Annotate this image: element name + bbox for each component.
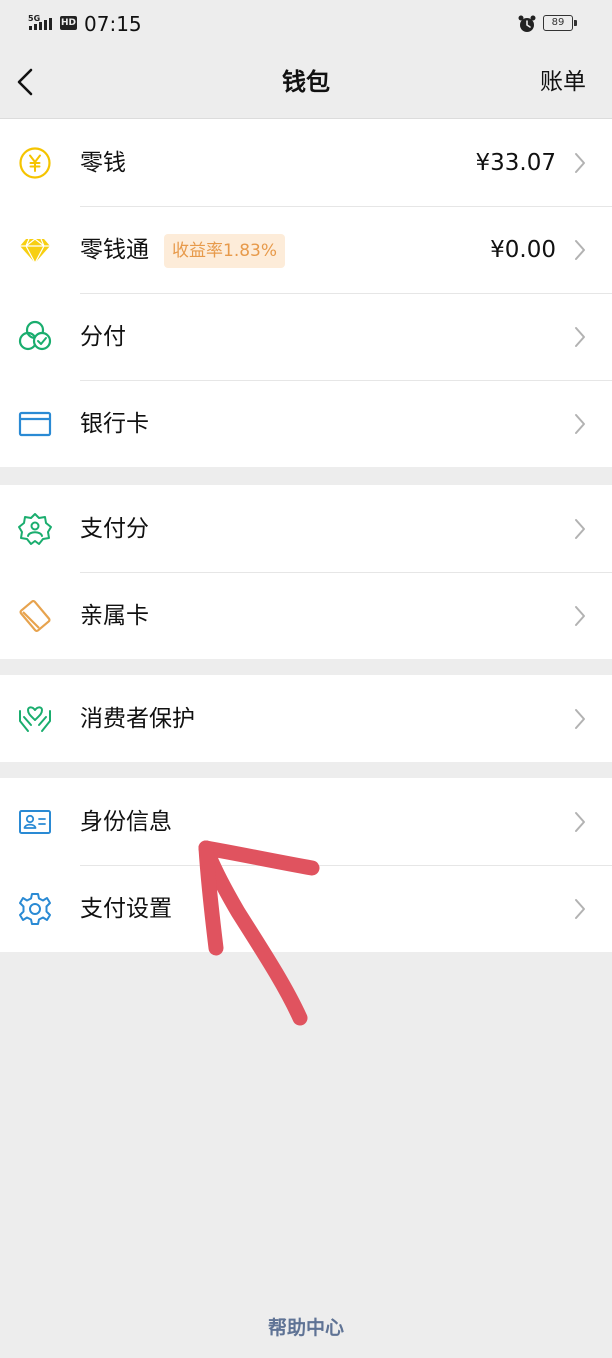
list-item-family-card[interactable]: 亲属卡 [0,572,612,659]
chevron-right-icon [575,709,585,729]
wallet-group-protection: 消费者保护 [0,675,612,762]
id-card-icon [19,810,51,834]
bill-button[interactable]: 账单 [540,65,586,99]
back-icon[interactable] [10,65,44,99]
coin-icon [19,147,51,179]
lingqiantong-value: ¥0.00 [490,237,556,263]
list-item-payment-settings[interactable]: 支付设置 [0,865,612,952]
list-item-identity-info[interactable]: 身份信息 [0,778,612,865]
balance-value: ¥33.07 [475,150,556,176]
status-time: 07:15 [84,12,142,36]
diamond-icon [20,238,50,264]
alarm-icon [518,15,536,32]
chevron-right-icon [575,519,585,539]
score-badge-icon [18,513,52,545]
row-label: 消费者保护 [80,706,195,732]
row-label: 分付 [80,324,126,350]
list-item-lingqiantong[interactable]: 零钱通 收益率1.83% ¥0.00 [0,206,612,293]
list-item-change[interactable]: 零钱 ¥33.07 [0,119,612,206]
list-item-bank-card[interactable]: 银行卡 [0,380,612,467]
chevron-right-icon [575,899,585,919]
gear-icon [19,893,51,925]
chevron-right-icon [575,153,585,173]
row-label: 零钱 [80,150,126,176]
hd-badge: HD [60,16,77,30]
wallet-group-settings: 身份信息 支付设置 [0,778,612,952]
card-icon [18,411,52,437]
row-label: 零钱通 [80,237,149,263]
hands-icon [19,706,51,732]
row-label: 身份信息 [80,809,172,835]
chevron-right-icon [575,812,585,832]
help-center-link[interactable]: 帮助中心 [0,1314,612,1342]
list-item-fenfu[interactable]: 分付 [0,293,612,380]
yield-badge: 收益率1.83% [164,234,286,268]
battery-icon: 89 [543,15,577,31]
page-title: 钱包 [282,68,330,96]
wallet-group-balance: 零钱 ¥33.07 零钱通 收益率1.83% ¥0.00 分付 银行卡 [0,119,612,467]
wallet-group-credit: 支付分 亲属卡 [0,485,612,659]
svg-text:5G: 5G [28,14,40,23]
chevron-right-icon [575,327,585,347]
row-label: 支付设置 [80,896,172,922]
nav-bar: 钱包 账单 [0,48,612,119]
chevron-right-icon [575,606,585,626]
row-label: 亲属卡 [80,603,149,629]
list-item-pay-score[interactable]: 支付分 [0,485,612,572]
circles-icon [18,320,52,351]
chevron-right-icon [575,240,585,260]
row-label: 银行卡 [80,411,149,437]
family-card-icon [19,599,51,633]
row-label: 支付分 [80,516,149,542]
signal-icon: 5G [28,14,52,30]
list-item-consumer-protection[interactable]: 消费者保护 [0,675,612,762]
chevron-right-icon [575,414,585,434]
status-bar: 5G HD 07:15 89 [0,0,612,48]
